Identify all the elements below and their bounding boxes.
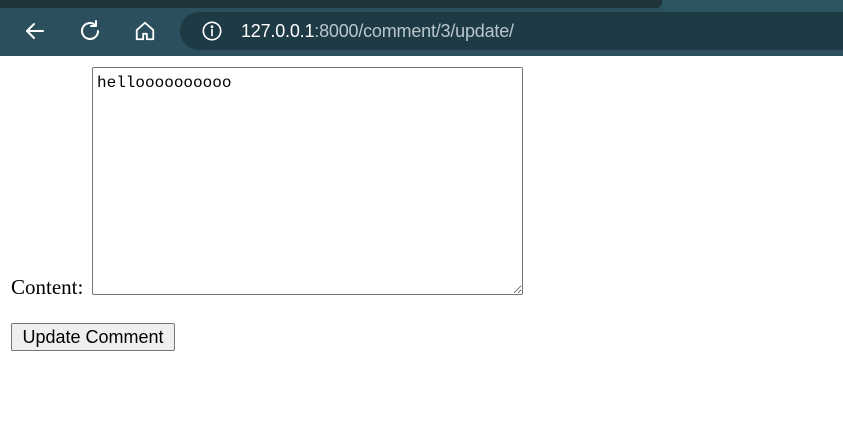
content-textarea[interactable]: helloooooooooo: [92, 67, 523, 295]
browser-toolbar: 127.0.0.1:8000/comment/3/update/: [0, 0, 843, 56]
home-icon: [135, 21, 155, 41]
tab-strip: [0, 0, 662, 8]
url-host: 127.0.0.1: [241, 20, 315, 41]
back-arrow-icon: [26, 23, 44, 39]
home-button[interactable]: [130, 16, 160, 46]
reload-button[interactable]: [75, 16, 105, 46]
back-button[interactable]: [20, 16, 50, 46]
url-text[interactable]: 127.0.0.1:8000/comment/3/update/: [241, 21, 514, 42]
url-path: :8000/comment/3/update/: [314, 20, 514, 41]
update-comment-button[interactable]: Update Comment: [11, 323, 175, 351]
page-content: Content: helloooooooooo Update Comment: [0, 56, 843, 443]
info-icon[interactable]: [201, 20, 223, 42]
content-label: Content:: [11, 275, 84, 299]
address-bar[interactable]: 127.0.0.1:8000/comment/3/update/: [180, 12, 843, 50]
reload-icon: [81, 20, 99, 40]
tab-strip-right: [662, 0, 843, 12]
